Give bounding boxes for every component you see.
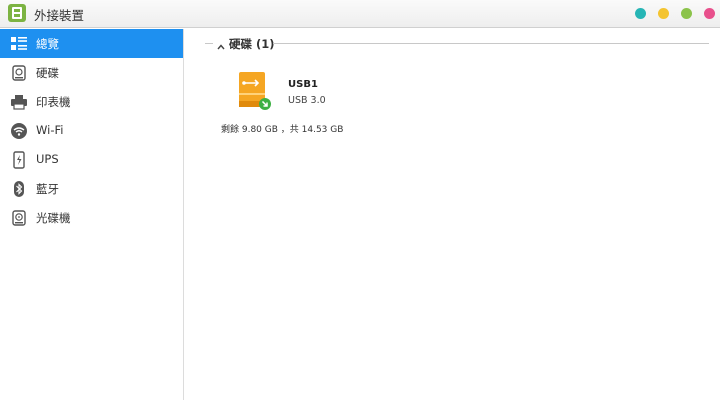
section-divider-left: [205, 43, 213, 44]
window-title: 外接裝置: [34, 8, 85, 23]
device-card[interactable]: USB1 USB 3.0 剩餘 9.80 GB ，共 14.53 GB: [221, 67, 521, 137]
sidebar-item-printer[interactable]: 印表機: [0, 87, 183, 116]
ups-icon: [10, 151, 28, 169]
device-name: USB1: [288, 79, 318, 90]
sidebar: 總覽 硬碟 印表機 Wi-Fi UPS 藍牙 光碟機: [0, 29, 184, 400]
overview-list-icon: [10, 35, 28, 53]
window-button-yellow[interactable]: [658, 8, 669, 19]
sidebar-item-ups[interactable]: UPS: [0, 145, 183, 174]
sidebar-item-label: 硬碟: [36, 66, 59, 80]
sidebar-item-label: 總覽: [36, 37, 59, 51]
usb-drive-icon: [235, 71, 273, 111]
section-title: 硬碟 (1): [229, 37, 275, 51]
window-button-teal[interactable]: [635, 8, 646, 19]
title-bar: 外接裝置: [0, 0, 720, 28]
app-icon: [8, 4, 26, 22]
sidebar-item-label: 光碟機: [36, 211, 71, 225]
hard-disk-icon: [10, 64, 28, 82]
main-panel: 硬碟 (1) USB1 USB 3.0 剩餘 9.80 GB ，共 14.53 …: [185, 29, 720, 400]
sidebar-item-bluetooth[interactable]: 藍牙: [0, 174, 183, 203]
sidebar-item-label: Wi-Fi: [36, 123, 64, 137]
sidebar-item-wifi[interactable]: Wi-Fi: [0, 116, 183, 145]
section-divider-right: [273, 43, 709, 44]
sidebar-item-label: UPS: [36, 152, 59, 166]
sidebar-item-label: 藍牙: [36, 182, 59, 196]
wifi-icon: [10, 122, 28, 140]
window-button-green[interactable]: [681, 8, 692, 19]
printer-icon: [10, 93, 28, 111]
bluetooth-icon: [10, 180, 28, 198]
chevron-up-icon[interactable]: [216, 37, 226, 50]
sidebar-item-overview[interactable]: 總覽: [0, 29, 183, 58]
window-button-pink[interactable]: [704, 8, 715, 19]
device-storage: 剩餘 9.80 GB ，共 14.53 GB: [221, 125, 344, 135]
sidebar-item-hard-disk[interactable]: 硬碟: [0, 58, 183, 87]
optical-drive-icon: [10, 209, 28, 227]
sidebar-item-label: 印表機: [36, 95, 71, 109]
sidebar-item-optical-drive[interactable]: 光碟機: [0, 203, 183, 232]
device-type: USB 3.0: [288, 95, 326, 106]
